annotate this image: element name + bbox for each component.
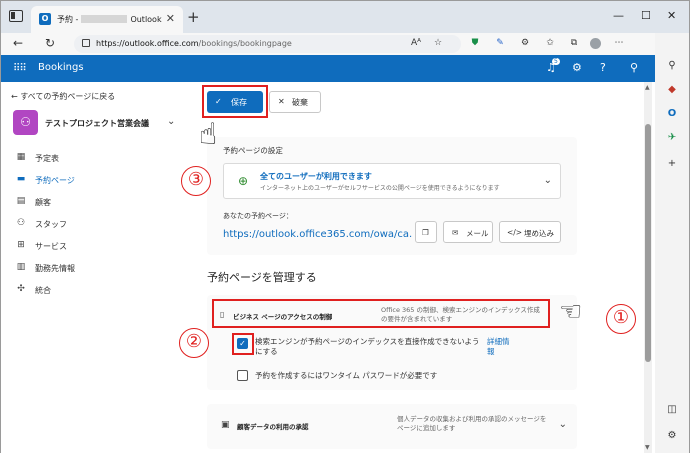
- extensions-icon[interactable]: ⚙: [519, 38, 531, 50]
- address-bar[interactable]: https://outlook.office.com/bookings/book…: [74, 35, 461, 53]
- save-highlight-box: [202, 85, 268, 118]
- chevron-down-icon: ⌄: [558, 419, 567, 430]
- new-tab-button[interactable]: +: [187, 8, 200, 26]
- scroll-up-icon[interactable]: ▲: [645, 84, 650, 91]
- edge-sidebar: ⚲ ◆ O ✈ + ◫ ⚙: [655, 33, 689, 453]
- left-navigation: ← すべての予約ページに戻る ⚇ テストプロジェクト営業会議 ⌄ ▦ 予定表 ▬…: [1, 82, 191, 453]
- embed-button[interactable]: </> 埋め込み: [499, 221, 561, 243]
- calendar-icon: ▦: [16, 152, 26, 162]
- org-name: テストプロジェクト営業会議: [45, 119, 149, 128]
- nav-item-booking-page[interactable]: ▬ 予約ページ: [15, 172, 185, 190]
- bookings-page: ⠿⠿ Bookings ♫ 5 ⚙ ? ⚲ ← すべての予約ページに戻る ⚇ テ…: [1, 55, 655, 453]
- outlook-icon[interactable]: O: [665, 107, 679, 121]
- close-icon: ✕: [278, 97, 285, 106]
- nav-item-integrations[interactable]: ✣ 統合: [15, 282, 185, 300]
- back-to-all-booking-pages-link[interactable]: ← すべての予約ページに戻る: [11, 91, 115, 102]
- settings-title: 予約ページの設定: [223, 146, 283, 155]
- globe-icon: ⊕: [238, 174, 249, 188]
- booking-page-icon: ▬: [16, 174, 26, 184]
- favorites-icon[interactable]: ✩: [544, 38, 556, 50]
- consent-icon: ▣: [221, 420, 230, 430]
- discard-button[interactable]: ✕ 破棄: [269, 91, 321, 113]
- url-text: https://outlook.office.com/bookings/book…: [96, 39, 292, 48]
- chevron-down-icon: ⌄: [543, 175, 552, 186]
- search-icon[interactable]: ⚲: [665, 59, 679, 73]
- add-icon[interactable]: +: [665, 157, 679, 171]
- read-aloud-icon[interactable]: Aᴬ: [410, 38, 422, 50]
- customers-icon: ▤: [16, 196, 26, 206]
- shopping-icon[interactable]: ◆: [665, 83, 679, 97]
- org-avatar: ⚇: [13, 110, 38, 135]
- close-window-icon[interactable]: ✕: [667, 9, 676, 22]
- refresh-icon[interactable]: ↻: [45, 36, 55, 50]
- nav-item-staff[interactable]: ⚇ スタッフ: [15, 216, 185, 234]
- tab-bookings[interactable]: O 予約 - Outlook ✕: [31, 6, 183, 33]
- booking-page-selector[interactable]: ⚇ テストプロジェクト営業会議 ⌄: [13, 110, 183, 136]
- booking-page-settings-card: 予約ページの設定 ⊕ 全てのユーザーが利用できます インターネット上のユーザーが…: [207, 137, 577, 255]
- page-scrollbar[interactable]: ▲ ▼: [644, 82, 652, 453]
- customer-data-consent-card[interactable]: ▣ 顧客データの利用の承認 個人データの収集および利用の承認のメッセージをページ…: [207, 404, 577, 449]
- collections-icon[interactable]: ⧉: [568, 38, 580, 50]
- learn-more-link[interactable]: 詳細情報: [487, 337, 515, 357]
- outlook-favicon-icon: O: [39, 13, 51, 25]
- app-launcher-icon[interactable]: ⠿⠿: [13, 63, 27, 74]
- favorite-star-icon[interactable]: ☆: [432, 38, 444, 50]
- sidebar-settings-icon[interactable]: ⚙: [665, 429, 679, 443]
- booking-page-url-link[interactable]: https://outlook.office365.com/owa/ca...: [223, 229, 413, 240]
- redacted-text: [81, 15, 128, 23]
- maximize-icon[interactable]: ☐: [641, 9, 651, 22]
- otp-required-checkbox[interactable]: [237, 370, 248, 381]
- callout-three: ③: [181, 166, 211, 196]
- more-options-icon[interactable]: ⋯: [613, 38, 625, 50]
- email-button[interactable]: ✉ メール: [443, 221, 493, 243]
- services-icon: ⊞: [17, 240, 25, 250]
- account-icon[interactable]: ⚲: [630, 61, 638, 74]
- lock-icon: [82, 39, 90, 47]
- nav-item-business-info[interactable]: ▥ 勤務先情報: [15, 260, 185, 278]
- scroll-thumb[interactable]: [645, 124, 651, 362]
- help-icon[interactable]: ?: [600, 61, 606, 74]
- manage-section-title: 予約ページを管理する: [207, 271, 317, 284]
- scroll-down-icon[interactable]: ▼: [645, 444, 650, 451]
- profile-icon[interactable]: [589, 38, 601, 50]
- staff-icon: ⚇: [16, 218, 26, 228]
- app-name: Bookings: [38, 62, 84, 73]
- settings-gear-icon[interactable]: ⚙: [572, 61, 582, 74]
- integrations-icon: ✣: [17, 284, 25, 294]
- app-bar: ⠿⠿ Bookings ♫ 5 ⚙ ? ⚲: [1, 55, 655, 82]
- otp-required-label: 予約を作成するにはワンタイム パスワードが必要です: [255, 371, 438, 380]
- nav-item-customers[interactable]: ▤ 顧客: [15, 194, 185, 212]
- notification-badge: 5: [552, 58, 560, 65]
- tab-title: 予約 - Outlook: [57, 15, 162, 24]
- nav-item-calendar[interactable]: ▦ 予定表: [15, 150, 185, 168]
- checkbox-highlight-box: [232, 333, 254, 355]
- window-menu-icon[interactable]: [9, 10, 23, 22]
- code-icon: </>: [507, 228, 523, 237]
- main-content: ✓ 保存 ✕ 破棄 予約ページの設定 ⊕ 全てのユーザーが利用できます インター…: [197, 82, 647, 453]
- tools-icon[interactable]: ✈: [665, 131, 679, 145]
- business-info-icon: ▥: [16, 262, 26, 272]
- callout-two: ②: [179, 328, 209, 358]
- browser-window: O 予約 - Outlook ✕ + — ☐ ✕ ← ↻ https://outl…: [0, 0, 690, 453]
- disable-search-index-label: 検索エンジンが予約ページのインデックスを直接作成できないようにする: [255, 337, 480, 356]
- feather-icon[interactable]: ✎: [494, 38, 506, 50]
- copy-icon: ❐: [422, 228, 429, 237]
- page-url-label: あなたの予約ページ：: [223, 212, 293, 220]
- minimize-icon[interactable]: —: [613, 9, 624, 22]
- tab-bar: O 予約 - Outlook ✕ + — ☐ ✕: [1, 1, 689, 33]
- back-icon[interactable]: ←: [13, 36, 23, 50]
- nav-item-services[interactable]: ⊞ サービス: [15, 238, 185, 256]
- shield-icon[interactable]: ⛊: [469, 38, 481, 50]
- access-dropdown[interactable]: ⊕ 全てのユーザーが利用できます インターネット上のユーザーがセルフサービスの公…: [223, 163, 561, 199]
- pointing-hand-icon: ☝: [199, 117, 218, 152]
- business-access-highlight-box: [212, 299, 550, 328]
- copy-url-button[interactable]: ❐: [415, 221, 437, 243]
- callout-one: ①: [606, 304, 636, 334]
- tab-close-icon[interactable]: ✕: [166, 12, 175, 25]
- mail-icon: ✉: [452, 228, 459, 237]
- chevron-down-icon: ⌄: [167, 116, 176, 127]
- sidebar-toggle-icon[interactable]: ◫: [665, 403, 679, 417]
- address-toolbar: ← ↻ https://outlook.office.com/bookings/…: [1, 33, 689, 55]
- pointing-hand-left-icon: ☜: [559, 297, 583, 327]
